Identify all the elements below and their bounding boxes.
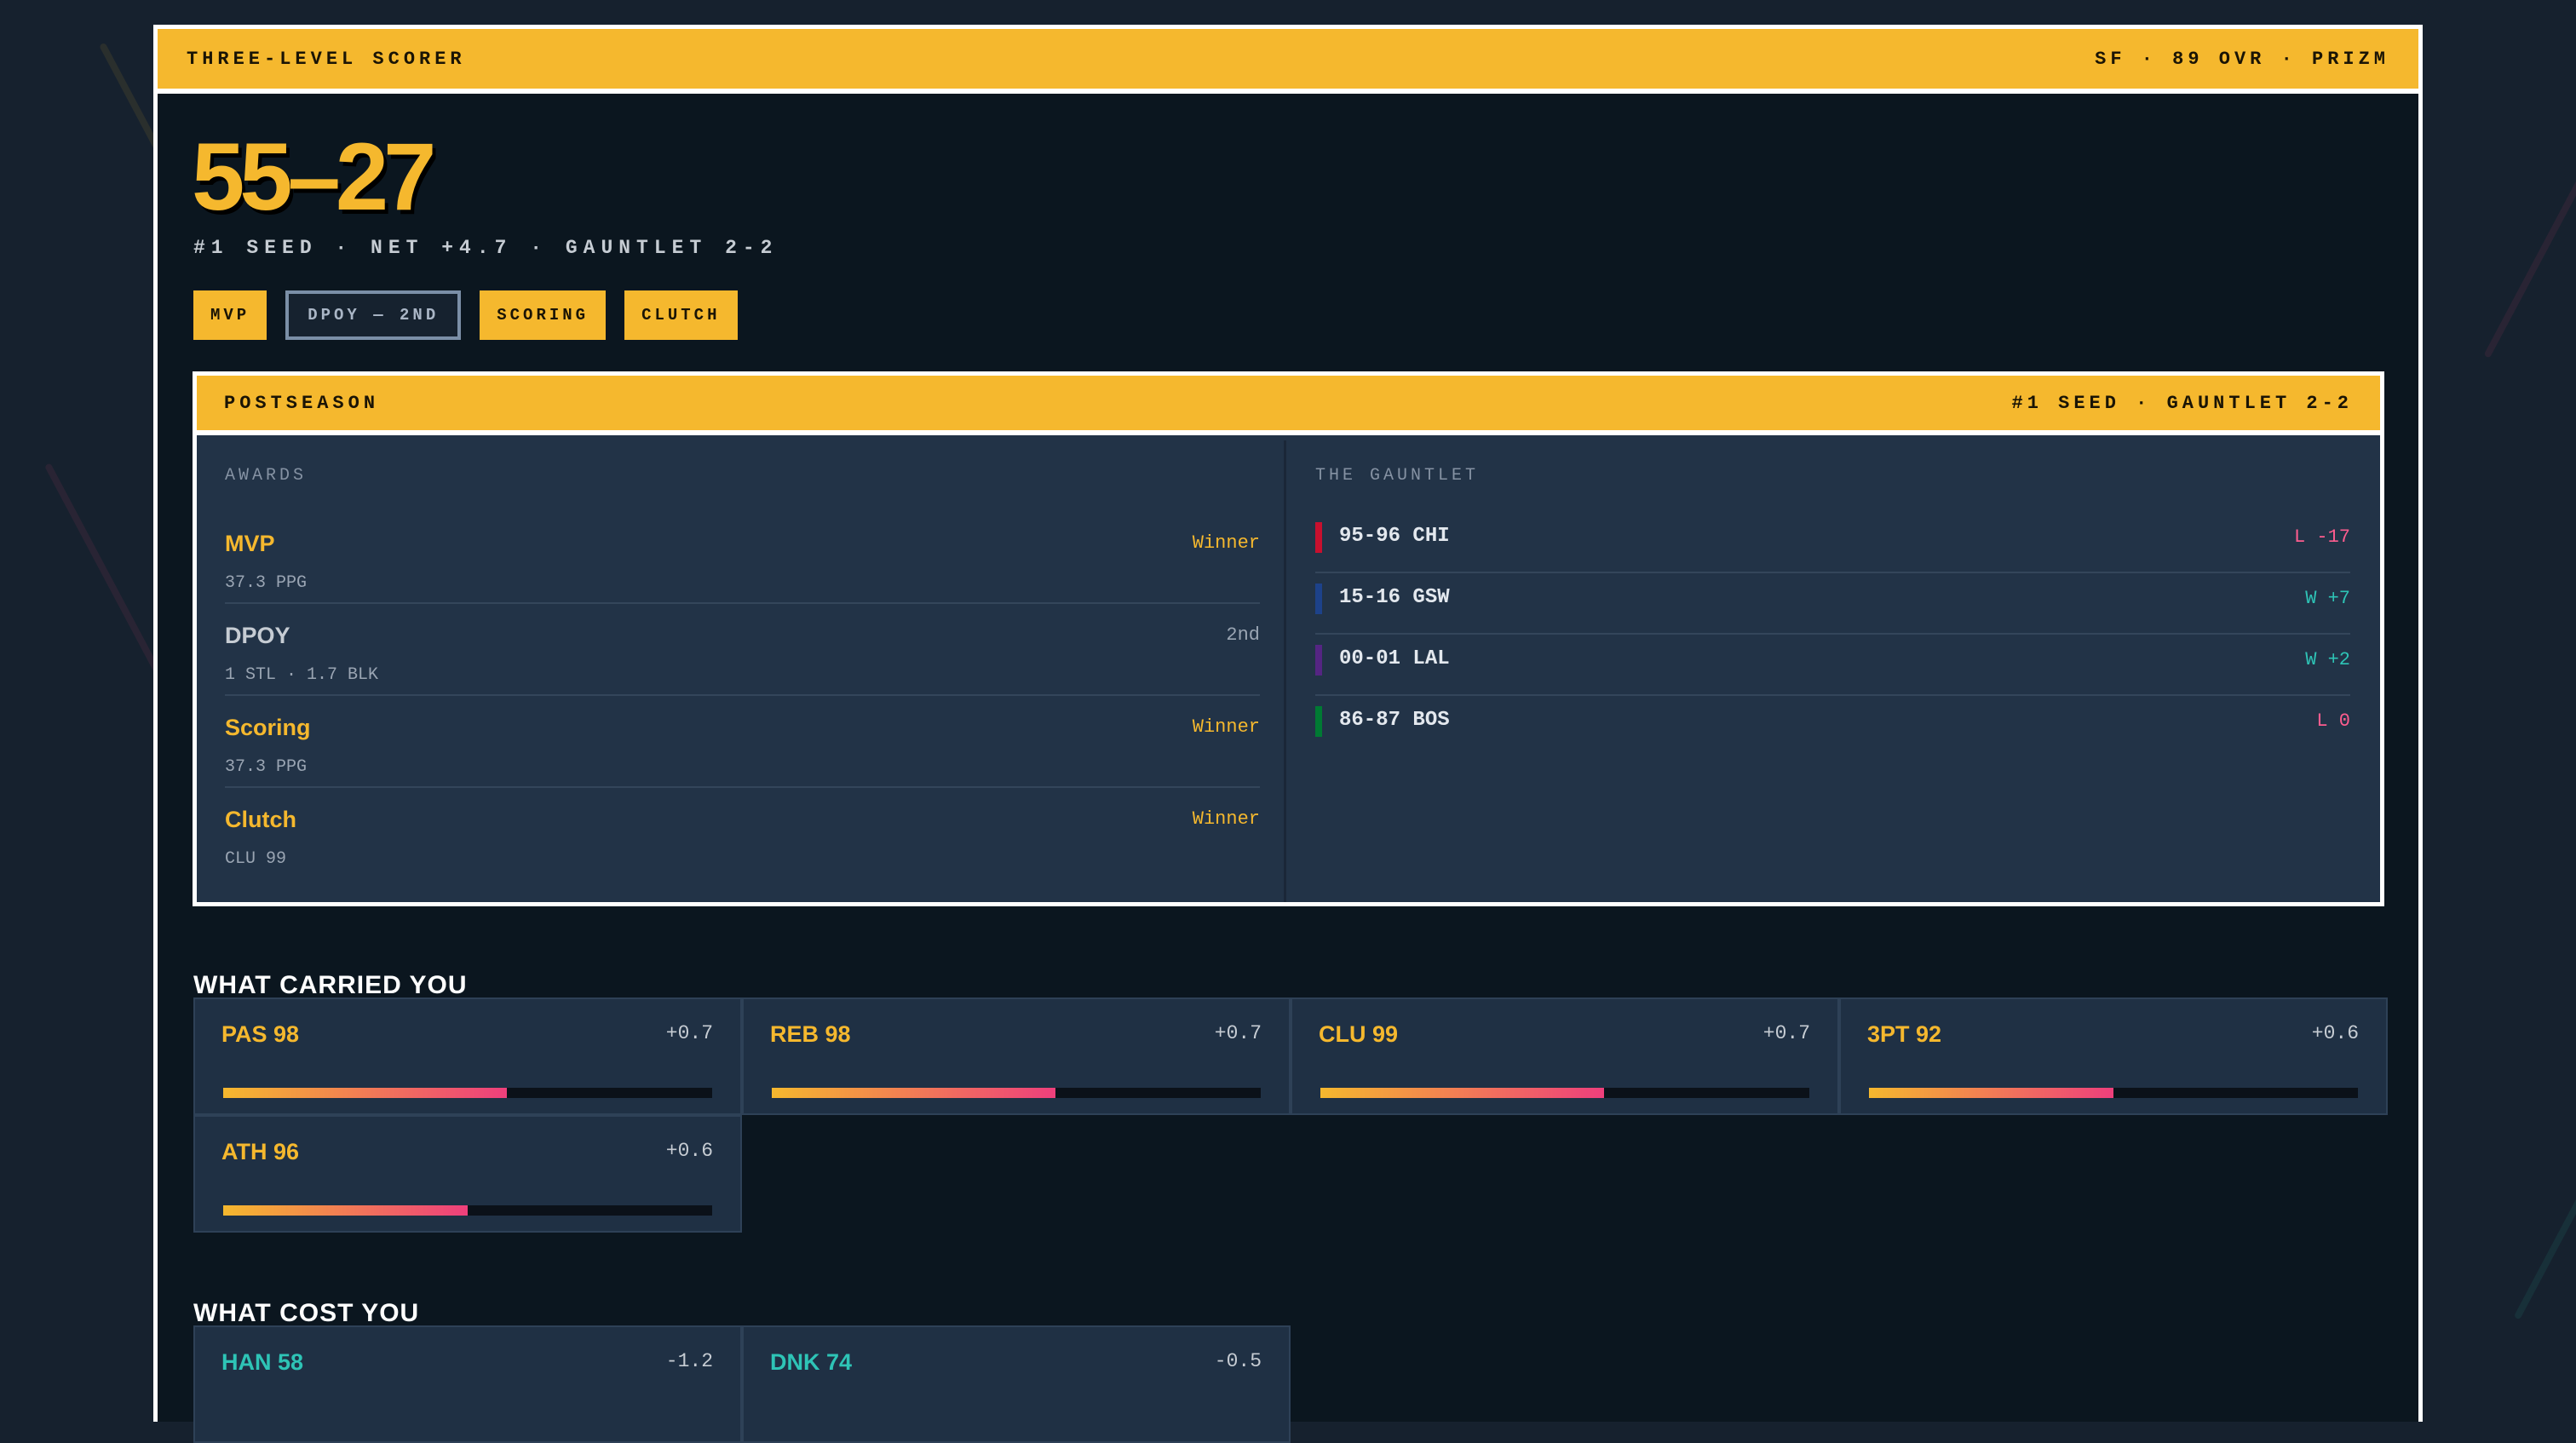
cost-heading: WHAT COST YOU: [193, 1299, 420, 1327]
background-streak: [2483, 159, 2576, 359]
impact-bar: [223, 1205, 712, 1216]
awards-label: AWARDS: [225, 466, 308, 486]
impact-fill: [1320, 1088, 1604, 1098]
player-meta: SF · 89 OVR · PRIZM: [2095, 48, 2389, 70]
postseason-title: POSTSEASON: [224, 392, 380, 414]
opponent-name: 86-87 BOS: [1339, 709, 1450, 732]
award-stat: 37.3 PPG: [225, 573, 308, 593]
award-row: DPOY 1 STL · 1.7 BLK 2nd: [225, 604, 1260, 696]
award-name: Clutch: [225, 807, 296, 832]
award-row: MVP 37.3 PPG Winner: [225, 512, 1260, 604]
award-result: Winner: [1192, 808, 1260, 830]
impact-fill: [772, 1088, 1055, 1098]
opponent-name: 15-16 GSW: [1339, 586, 1450, 609]
badge-scoring: SCORING: [480, 290, 607, 340]
award-name: Scoring: [225, 715, 311, 740]
column-divider: [1284, 440, 1286, 902]
attribute-delta: +0.7: [1214, 1022, 1262, 1044]
badge-clutch: CLUTCH: [624, 290, 738, 340]
team-color-bar: [1315, 706, 1322, 737]
attribute-label: HAN 58: [221, 1349, 304, 1375]
badge-dpoy: DPOY — 2ND: [285, 290, 462, 340]
attribute-label: REB 98: [770, 1021, 851, 1047]
attribute-label: 3PT 92: [1867, 1021, 1942, 1047]
attribute-delta: +0.7: [1762, 1022, 1810, 1044]
card-header: THREE-LEVEL SCORER SF · 89 OVR · PRIZM: [158, 29, 2418, 94]
attribute-tile: PAS 98 +0.7: [193, 997, 742, 1115]
award-stat: 1 STL · 1.7 BLK: [225, 665, 379, 685]
attribute-delta: -0.5: [1214, 1350, 1262, 1372]
impact-fill: [223, 1088, 507, 1098]
gauntlet-row: 00-01 LAL W +2: [1315, 635, 2350, 696]
attribute-tile: CLU 99 +0.7: [1291, 997, 1839, 1115]
attribute-label: ATH 96: [221, 1139, 300, 1164]
attribute-tile: 3PT 92 +0.6: [1839, 997, 2388, 1115]
award-stat: CLU 99: [225, 849, 287, 869]
award-badges: MVP DPOY — 2ND SCORING CLUTCH: [193, 290, 738, 340]
attribute-delta: +0.6: [2311, 1022, 2359, 1044]
gauntlet-row: 95-96 CHI L -17: [1315, 512, 2350, 573]
postseason-panel: POSTSEASON #1 SEED · GAUNTLET 2-2 AWARDS…: [193, 371, 2384, 906]
archetype-title: THREE-LEVEL SCORER: [187, 48, 466, 70]
team-color-bar: [1315, 522, 1322, 553]
impact-bar: [223, 1088, 712, 1098]
attribute-tile: ATH 96 +0.6: [193, 1115, 742, 1233]
impact-fill: [223, 1205, 468, 1216]
gauntlet-row: 15-16 GSW W +7: [1315, 573, 2350, 635]
game-result: L -17: [2293, 526, 2350, 548]
attribute-delta: -1.2: [665, 1350, 713, 1372]
award-name: MVP: [225, 531, 275, 556]
team-color-bar: [1315, 645, 1322, 676]
team-color-bar: [1315, 584, 1322, 614]
attribute-tile: HAN 58 -1.2: [193, 1325, 742, 1443]
season-record: 55–27: [192, 124, 436, 230]
attribute-delta: +0.6: [665, 1140, 713, 1162]
badge-mvp: MVP: [193, 290, 267, 340]
game-result: W +2: [2305, 649, 2350, 670]
award-row: Scoring 37.3 PPG Winner: [225, 696, 1260, 788]
award-name: DPOY: [225, 623, 290, 648]
award-result: Winner: [1192, 716, 1260, 738]
gauntlet-row: 86-87 BOS L 0: [1315, 696, 2350, 757]
player-season-card: THREE-LEVEL SCORER SF · 89 OVR · PRIZM 5…: [153, 25, 2423, 1443]
impact-bar: [1869, 1088, 2358, 1098]
game-result: L 0: [2316, 710, 2350, 732]
attribute-tile: REB 98 +0.7: [742, 997, 1291, 1115]
postseason-summary: #1 SEED · GAUNTLET 2-2: [2011, 392, 2353, 414]
attribute-tile: DNK 74 -0.5: [742, 1325, 1291, 1443]
attribute-label: PAS 98: [221, 1021, 300, 1047]
opponent-name: 95-96 CHI: [1339, 525, 1450, 548]
attribute-delta: +0.7: [665, 1022, 713, 1044]
carried-heading: WHAT CARRIED YOU: [193, 971, 468, 999]
attribute-label: DNK 74: [770, 1349, 853, 1375]
impact-fill: [1869, 1088, 2113, 1098]
award-stat: 37.3 PPG: [225, 757, 308, 777]
game-result: W +7: [2305, 588, 2350, 609]
impact-bar: [1320, 1088, 1809, 1098]
award-result: 2nd: [1226, 624, 1260, 646]
impact-bar: [772, 1088, 1261, 1098]
background-streak: [2513, 1106, 2576, 1320]
season-subtitle: #1 SEED · NET +4.7 · GAUNTLET 2-2: [193, 237, 779, 259]
attribute-label: CLU 99: [1319, 1021, 1399, 1047]
award-row: Clutch CLU 99 Winner: [225, 788, 1260, 880]
opponent-name: 00-01 LAL: [1339, 647, 1450, 670]
gauntlet-label: THE GAUNTLET: [1315, 466, 1480, 486]
award-result: Winner: [1192, 532, 1260, 554]
postseason-header: POSTSEASON #1 SEED · GAUNTLET 2-2: [197, 376, 2380, 435]
